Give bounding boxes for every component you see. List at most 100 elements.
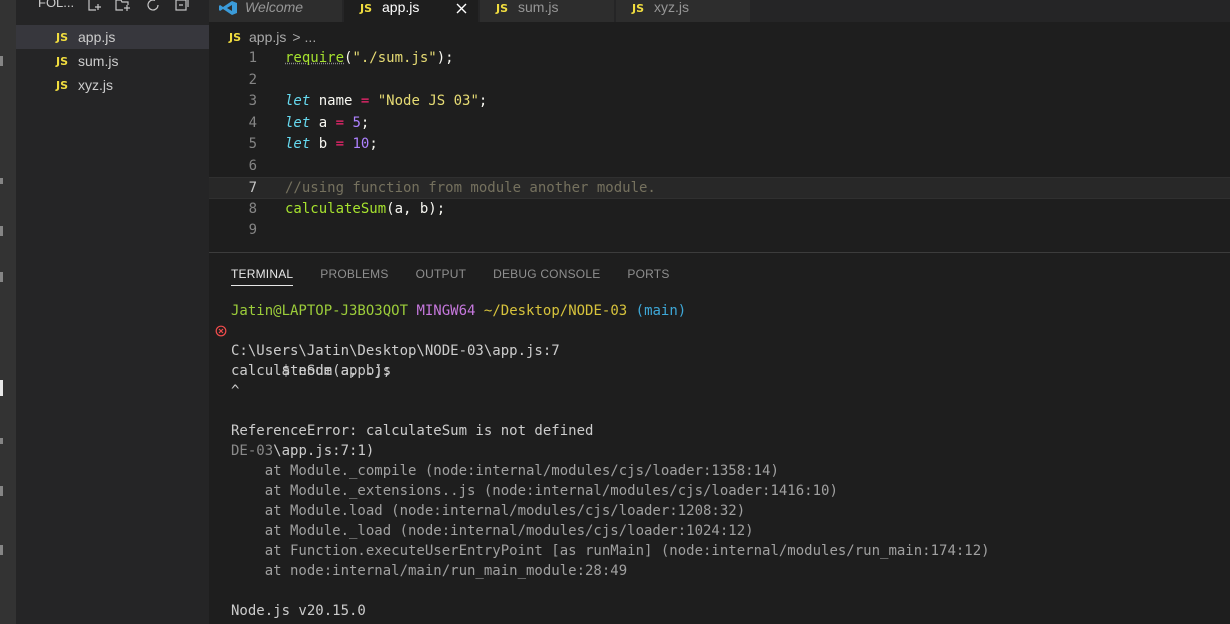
explorer-sidebar: FOL... JS app.js JS sum.js JS xyz.js xyxy=(16,0,209,624)
code-token: b xyxy=(310,136,336,152)
stack-frame: at Module.load (node:internal/modules/cj… xyxy=(231,503,746,519)
code-text: let b = 10; xyxy=(285,134,378,156)
close-icon[interactable] xyxy=(455,2,468,15)
explorer-title: FOL... xyxy=(38,0,75,10)
code-text: //using function from module another mod… xyxy=(285,178,656,200)
code-token: (a, b); xyxy=(386,200,446,217)
stack-frame: at node:internal/main/run_main_module:28… xyxy=(231,563,628,579)
stack-frame: at Module._load (node:internal/modules/c… xyxy=(231,523,754,539)
line-number: 9 xyxy=(248,222,257,238)
code-token: calculateSum xyxy=(285,200,387,217)
code-token: let xyxy=(285,114,311,131)
code-token: ; xyxy=(360,114,370,131)
tab-terminal[interactable]: TERMINAL xyxy=(231,267,294,286)
tab-welcome[interactable]: Welcome xyxy=(209,0,343,22)
line-number: 6 xyxy=(248,157,257,174)
code-token: = xyxy=(335,114,345,131)
terminal-error-line: ReferenceError: calculateSum is not defi… xyxy=(231,423,594,439)
code-token: "./sum.js" xyxy=(352,50,437,66)
breadcrumb: JS app.js > ... xyxy=(229,27,316,47)
code-line[interactable]: 6 xyxy=(209,156,1230,178)
tab-sum-js[interactable]: JS sum.js xyxy=(480,0,615,22)
activity-item[interactable] xyxy=(0,226,3,236)
code-text: calculateSum(a, b); xyxy=(285,199,445,221)
code-line[interactable]: 8 calculateSum(a, b); xyxy=(209,199,1230,221)
line-number: 5 xyxy=(248,136,257,152)
terminal-trace-line: DE-03\app.js:7:1) xyxy=(231,441,1221,461)
terminal-command: $ node app.js xyxy=(281,363,392,379)
explorer-header: FOL... xyxy=(16,0,209,22)
editor-tabs: Welcome JS app.js JS sum.js JS xyz.js xyxy=(209,0,1230,22)
js-file-icon: JS xyxy=(632,2,645,15)
code-line[interactable]: 4 let a = 5; xyxy=(209,113,1230,135)
code-text: require("./sum.js"); xyxy=(285,48,454,70)
file-name: app.js xyxy=(78,29,116,45)
tab-debug-console[interactable]: DEBUG CONSOLE xyxy=(493,267,600,286)
code-token: ); xyxy=(436,50,454,66)
stack-frame: at Function.executeUserEntryPoint [as ru… xyxy=(231,543,990,559)
code-token: = xyxy=(335,136,345,152)
code-token: "Node JS 03" xyxy=(377,93,479,109)
code-token: ; xyxy=(478,93,488,109)
new-file-icon[interactable] xyxy=(86,0,104,14)
activity-item[interactable] xyxy=(0,545,3,555)
tab-label: app.js xyxy=(382,0,420,15)
collapse-all-icon[interactable] xyxy=(173,0,191,14)
tab-label: Welcome xyxy=(245,0,304,15)
stack-frame: at Module._extensions..js (node:internal… xyxy=(231,483,838,499)
prompt-env: MINGW64 xyxy=(416,303,476,319)
refresh-icon[interactable] xyxy=(144,0,162,14)
code-line[interactable]: 9 xyxy=(209,220,1230,242)
terminal-output[interactable]: Jatin@LAPTOP-J3BO3QOT MINGW64 ~/Desktop/… xyxy=(215,301,1221,621)
code-line[interactable]: 3 let name = "Node JS 03"; xyxy=(209,91,1230,113)
file-item-app-js[interactable]: JS app.js xyxy=(16,25,209,49)
code-token: ; xyxy=(369,136,378,152)
new-folder-icon[interactable] xyxy=(114,0,132,14)
activity-item[interactable] xyxy=(0,486,3,496)
code-line[interactable]: 7 //using function from module another mo… xyxy=(209,177,1230,199)
js-file-icon: JS xyxy=(496,2,509,15)
file-item-xyz-js[interactable]: JS xyz.js xyxy=(16,73,209,97)
line-number: 8 xyxy=(248,200,257,217)
code-token: 5 xyxy=(352,114,361,131)
activity-bar xyxy=(0,0,16,624)
file-list: JS app.js JS sum.js JS xyz.js xyxy=(16,25,209,97)
tab-problems[interactable]: PROBLEMS xyxy=(320,267,388,286)
code-line[interactable]: 2 xyxy=(209,70,1230,92)
line-number: 2 xyxy=(248,71,257,88)
code-line[interactable]: 5 let b = 10; xyxy=(209,134,1230,156)
code-token: require xyxy=(285,50,345,66)
tab-xyz-js[interactable]: JS xyz.js xyxy=(616,0,751,22)
js-file-icon: JS xyxy=(229,30,242,44)
activity-item-active[interactable] xyxy=(0,380,3,396)
chevron-right-icon: > xyxy=(292,29,301,45)
activity-item[interactable] xyxy=(0,272,3,282)
tab-ports[interactable]: PORTS xyxy=(627,267,669,286)
terminal-output-line: C:\Users\Jatin\Desktop\NODE-03\app.js:7 xyxy=(231,343,560,359)
file-item-sum-js[interactable]: JS sum.js xyxy=(16,49,209,73)
activity-item[interactable] xyxy=(0,56,3,66)
breadcrumb-more[interactable]: ... xyxy=(305,29,317,45)
node-version: Node.js v20.15.0 xyxy=(231,603,366,619)
line-number: 1 xyxy=(248,50,257,66)
line-number: 4 xyxy=(248,114,257,131)
stack-frame: at Module._compile (node:internal/module… xyxy=(231,463,779,479)
tab-app-js[interactable]: JS app.js xyxy=(344,0,479,22)
code-token: name xyxy=(310,93,361,109)
file-name: xyz.js xyxy=(78,77,113,93)
code-line[interactable]: 1 require("./sum.js"); xyxy=(209,48,1230,70)
bottom-panel: TERMINAL PROBLEMS OUTPUT DEBUG CONSOLE P… xyxy=(209,252,1230,624)
terminal-command-line: $ node app.js xyxy=(215,321,1221,379)
line-number: 3 xyxy=(248,93,257,109)
tab-output[interactable]: OUTPUT xyxy=(416,267,467,286)
code-token: a xyxy=(310,114,336,131)
breadcrumb-file[interactable]: app.js xyxy=(249,29,286,45)
error-circle-icon[interactable] xyxy=(215,325,227,337)
code-editor[interactable]: 1 require("./sum.js"); 2 3 let name = "Node … xyxy=(209,48,1230,248)
activity-item[interactable] xyxy=(0,438,3,444)
vscode-logo-icon xyxy=(219,1,237,15)
prompt-user: Jatin@LAPTOP-J3BO3QOT xyxy=(231,303,409,319)
activity-item[interactable] xyxy=(0,178,3,184)
